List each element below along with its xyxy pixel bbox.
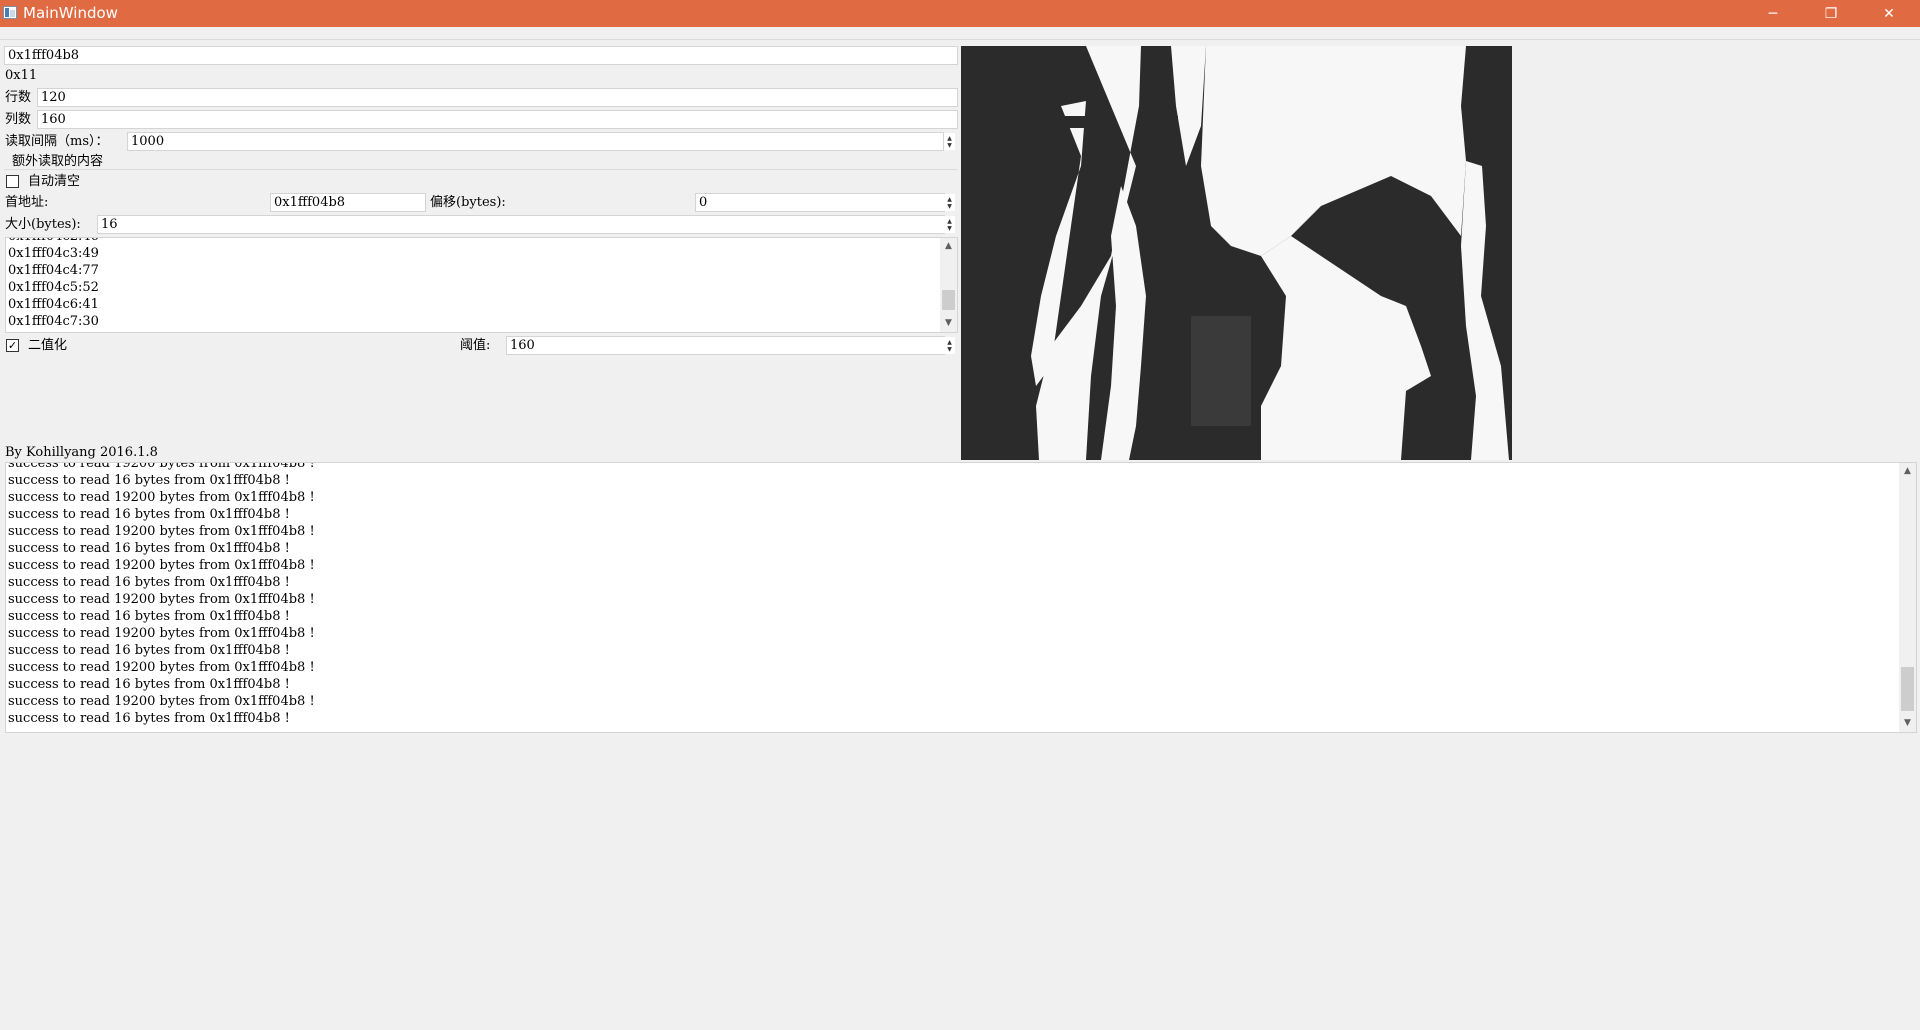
autoclear-label: 自动清空 [28, 174, 81, 189]
list-scrollbar[interactable]: ▲ ▼ [940, 238, 957, 332]
log-line: success to read 16 bytes from 0x1fff04b8… [8, 677, 290, 692]
log-line: success to read 19200 bytes from 0x1fff0… [8, 626, 315, 641]
binarize-checkbox[interactable]: ✓ [6, 339, 19, 352]
scroll-down-icon[interactable]: ▼ [1899, 715, 1916, 732]
group-divider [4, 169, 958, 170]
cols-label: 列数 [5, 112, 32, 127]
hex-value-label: 0x11 [5, 68, 38, 83]
title-bar: MainWindow ─ ❐ ✕ [0, 0, 1920, 27]
offset-spinbox[interactable]: 0 [695, 193, 945, 212]
restore-button[interactable]: ❐ [1802, 0, 1860, 27]
autoclear-checkbox[interactable] [6, 175, 19, 188]
interval-spinbox[interactable]: 1000 [127, 132, 944, 151]
binary-image-preview [961, 46, 1512, 460]
log-line: success to read 16 bytes from 0x1fff04b8… [8, 643, 290, 658]
binary-image-canvas [961, 46, 1512, 460]
threshold-spin-buttons[interactable]: ▲ ▼ [944, 337, 955, 354]
address-input[interactable]: 0x1fff04b8 [4, 46, 958, 65]
first-address-input[interactable]: 0x1fff04b8 [270, 193, 426, 212]
author-label: By Kohillyang 2016.1.8 [5, 445, 158, 460]
scroll-up-icon[interactable]: ▲ [940, 238, 957, 255]
app-icon [3, 6, 17, 19]
interval-label: 读取间隔（ms）： [5, 134, 109, 149]
close-button[interactable]: ✕ [1860, 0, 1918, 27]
log-scrollbar[interactable]: ▲ ▼ [1899, 463, 1916, 732]
list-item[interactable]: 0x1fff04c6:41 [6, 296, 957, 313]
log-line: success to read 16 bytes from 0x1fff04b8… [8, 473, 290, 488]
size-label: 大小(bytes): [5, 217, 81, 232]
log-line: success to read 19200 bytes from 0x1fff0… [8, 524, 315, 539]
log-line: success to read 19200 bytes from 0x1fff0… [8, 660, 315, 675]
log-line: success to read 19200 bytes from 0x1fff0… [8, 490, 315, 505]
log-line: success to read 19200 bytes from 0x1fff0… [8, 558, 315, 573]
log-line: success to read 16 bytes from 0x1fff04b8… [8, 507, 290, 522]
list-item[interactable]: 0x1fff04c2:46 [6, 238, 957, 245]
log-output[interactable]: success to read 19200 bytes from 0x1fff0… [5, 462, 1917, 733]
cols-input[interactable]: 160 [37, 110, 958, 129]
rows-input[interactable]: 120 [37, 88, 958, 107]
binarize-label: 二值化 [28, 338, 68, 353]
list-item[interactable]: 0x1fff04c7:30 [6, 313, 957, 330]
threshold-label: 阈值: [460, 338, 491, 353]
rows-label: 行数 [5, 90, 32, 105]
log-line: success to read 19200 bytes from 0x1fff0… [8, 462, 315, 471]
size-spinbox[interactable]: 16 [97, 215, 945, 234]
offset-spin-buttons[interactable]: ▲ ▼ [944, 194, 955, 211]
scroll-up-icon[interactable]: ▲ [1899, 463, 1916, 480]
list-item[interactable]: 0x1fff04c4:77 [6, 262, 957, 279]
offset-label: 偏移(bytes): [430, 195, 506, 210]
log-line: success to read 16 bytes from 0x1fff04b8… [8, 609, 290, 624]
interval-spin-buttons[interactable]: ▲ ▼ [944, 133, 955, 150]
log-line: success to read 19200 bytes from 0x1fff0… [8, 694, 315, 709]
menu-bar [0, 27, 1920, 40]
scroll-down-icon[interactable]: ▼ [940, 315, 957, 332]
log-line: success to read 16 bytes from 0x1fff04b8… [8, 541, 290, 556]
list-scroll-thumb[interactable] [942, 290, 955, 310]
list-item[interactable]: 0x1fff04c3:49 [6, 245, 957, 262]
extra-read-list[interactable]: 0x1fff04c2:46 0x1fff04c3:49 0x1fff04c4:7… [5, 237, 958, 333]
size-spin-buttons[interactable]: ▲ ▼ [944, 216, 955, 233]
log-line: success to read 16 bytes from 0x1fff04b8… [8, 575, 290, 590]
first-address-label: 首地址: [5, 195, 49, 210]
list-item[interactable]: 0x1fff04c5:52 [6, 279, 957, 296]
window-title: MainWindow [23, 4, 118, 22]
log-line: success to read 16 bytes from 0x1fff04b8… [8, 711, 290, 726]
minimize-button[interactable]: ─ [1744, 0, 1802, 27]
log-scroll-thumb[interactable] [1901, 667, 1914, 711]
threshold-spinbox[interactable]: 160 [506, 336, 945, 355]
log-line: success to read 19200 bytes from 0x1fff0… [8, 592, 315, 607]
